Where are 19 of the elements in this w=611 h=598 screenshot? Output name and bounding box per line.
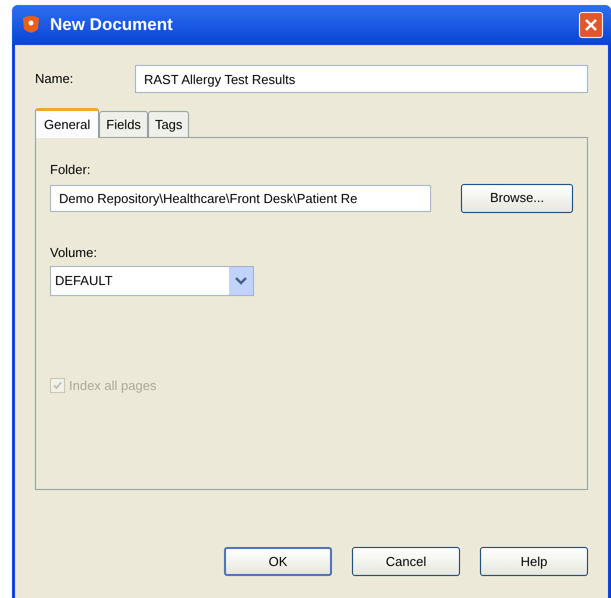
window-title: New Document [50, 14, 174, 36]
volume-label: Volume: [50, 244, 98, 262]
tab[interactable]: General [35, 108, 100, 138]
dialog-button[interactable]: Cancel [352, 547, 460, 576]
close-button[interactable] [579, 12, 603, 38]
name-field[interactable]: RAST Allergy Test Results [135, 65, 588, 93]
checkbox-label: Index all pages [69, 377, 156, 395]
tab[interactable]: Fields [99, 111, 148, 137]
chevron-down-icon [229, 267, 253, 295]
volume-dropdown[interactable]: DEFAULT [50, 266, 254, 296]
tab[interactable]: Tags [148, 111, 190, 137]
checkmark-icon [52, 380, 63, 392]
folder-field[interactable]: Demo Repository\Healthcare\Front Desk\Patient Re [50, 184, 432, 212]
folder-label: Folder: [50, 161, 92, 179]
close-icon [584, 18, 598, 32]
name-label: Name: [35, 70, 74, 88]
dialog-button[interactable]: OK [224, 547, 332, 576]
browse-button[interactable]: Browse... [461, 184, 573, 212]
dialog-button[interactable]: Help [480, 547, 588, 576]
